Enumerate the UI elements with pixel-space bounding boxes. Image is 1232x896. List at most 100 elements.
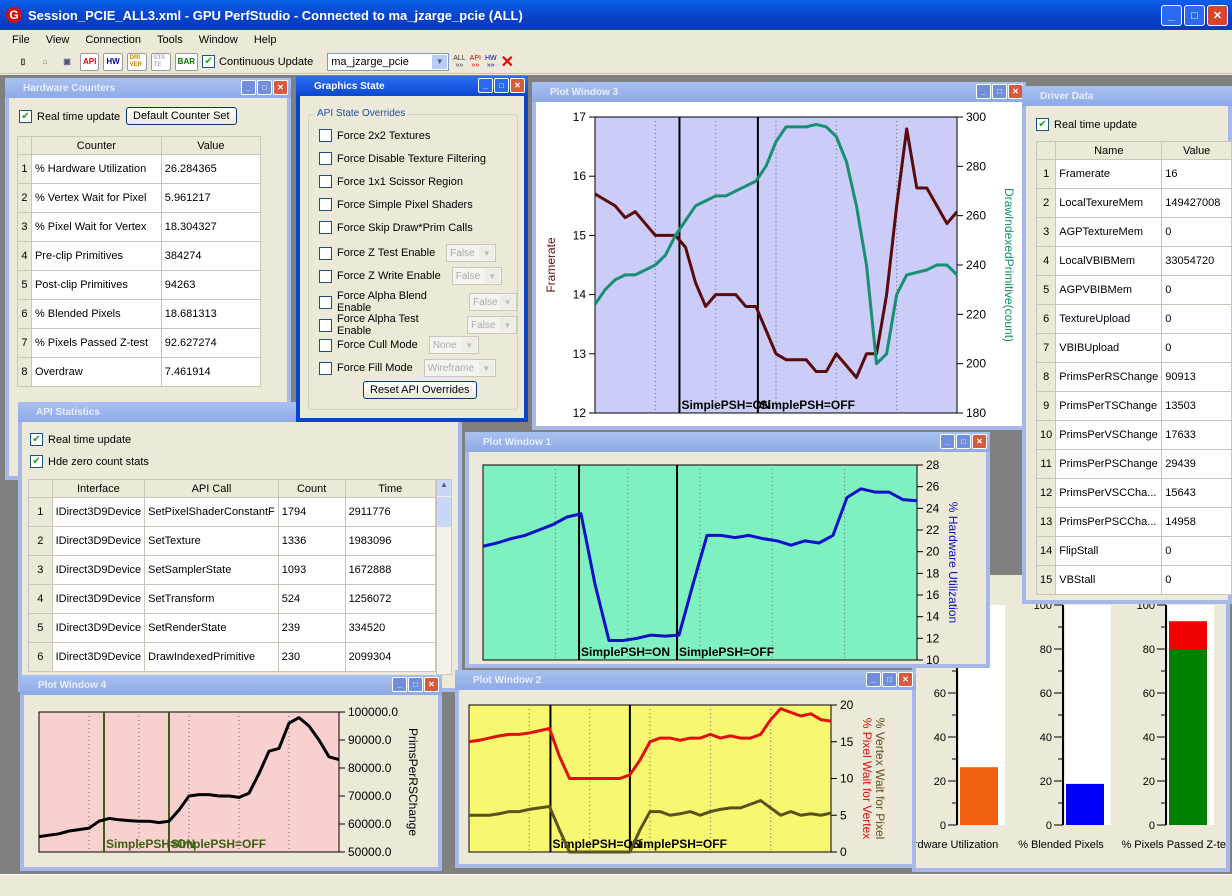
override-checkbox[interactable] [319, 152, 332, 165]
minimize-button[interactable]: _ [940, 434, 955, 449]
close-button[interactable]: ✕ [273, 80, 288, 95]
close-button[interactable]: ✕ [898, 672, 913, 687]
table-row[interactable]: 8 Overdraw 7.461914 [17, 357, 262, 387]
table-row[interactable]: 6 IDirect3D9Device DrawIndexedPrimitive 230… [28, 642, 437, 672]
column-header[interactable]: Value [1161, 141, 1232, 160]
override-select[interactable]: Wireframe ▼ [423, 359, 496, 377]
close-button[interactable]: ✕ [424, 677, 439, 692]
realtime-checkbox[interactable]: ✔ [30, 433, 43, 446]
override-checkbox[interactable] [319, 295, 332, 309]
table-row[interactable]: 15 VBStall 0 [1035, 565, 1232, 595]
run-hw-icon[interactable]: HW»» [485, 55, 497, 69]
default-counter-set-button[interactable]: Default Counter Set [126, 107, 237, 125]
maximize-button[interactable]: □ [956, 434, 971, 449]
table-row[interactable]: 3 AGPTextureMem 0 [1035, 217, 1232, 247]
override-select[interactable]: False ▼ [467, 316, 517, 334]
maximize-button[interactable]: □ [1184, 5, 1205, 26]
minimize-button[interactable]: _ [392, 677, 407, 692]
run-api-icon[interactable]: API»» [470, 55, 481, 69]
minimize-button[interactable]: _ [976, 84, 991, 99]
column-header[interactable]: Interface [51, 479, 146, 498]
column-header[interactable]: Name [1055, 141, 1163, 160]
close-button[interactable]: ✕ [1008, 84, 1023, 99]
maximize-button[interactable]: □ [257, 80, 272, 95]
maximize-button[interactable]: □ [408, 677, 423, 692]
stop-icon[interactable]: ✕ [501, 52, 514, 72]
override-checkbox[interactable] [319, 175, 332, 188]
table-row[interactable]: 1% Hardware Utilization 26.284365 [17, 154, 262, 184]
menu-tools[interactable]: Tools [157, 34, 183, 46]
override-checkbox[interactable] [319, 338, 332, 352]
override-checkbox[interactable] [319, 129, 332, 142]
table-row[interactable]: 3 IDirect3D9Device SetSamplerState 1093 1672… [28, 555, 437, 585]
realtime-checkbox[interactable]: ✔ [19, 110, 32, 123]
api-button[interactable]: API [80, 52, 100, 71]
column-header[interactable]: Count [277, 479, 346, 498]
table-row[interactable]: 14 FlipStall 0 [1035, 536, 1232, 566]
scroll-up-icon[interactable]: ▲ [437, 480, 451, 496]
minimize-button[interactable]: _ [1161, 5, 1182, 26]
override-checkbox[interactable] [319, 361, 332, 375]
window-title-bar[interactable]: Driver Data [1022, 86, 1232, 106]
reset-api-overrides-button[interactable]: Reset API Overrides [363, 381, 477, 399]
table-row[interactable]: 2% Vertex Wait for Pixel 5.961217 [17, 183, 262, 213]
hide-zero-checkbox[interactable]: ✔ [30, 455, 43, 468]
table-row[interactable]: 10 PrimsPerVSChange 17633 [1035, 420, 1232, 450]
driver-button[interactable]: DRI VER [126, 52, 147, 71]
table-row[interactable]: 1 IDirect3D9Device SetPixelShaderConstantF… [28, 497, 437, 527]
scrollbar-thumb[interactable] [437, 497, 451, 527]
menu-window[interactable]: Window [199, 34, 238, 46]
window-title-bar[interactable]: Plot Window 4 _ □ ✕ [20, 675, 442, 695]
hw-button[interactable]: HW [103, 52, 123, 71]
window-title-bar[interactable]: Plot Window 1 _ □ ✕ [465, 432, 990, 452]
table-row[interactable]: 5 AGPVBIBMem 0 [1035, 275, 1232, 305]
table-row[interactable]: 5 Post-clip Primitives 94263 [17, 270, 262, 300]
table-row[interactable]: 4 LocalVBIBMem 33054720 [1035, 246, 1232, 276]
menu-view[interactable]: View [46, 34, 70, 46]
menu-help[interactable]: Help [254, 34, 277, 46]
menu-file[interactable]: File [12, 34, 30, 46]
override-checkbox[interactable] [319, 318, 332, 332]
column-header[interactable]: Value [160, 136, 262, 155]
table-scrollbar[interactable]: ▲ [436, 479, 452, 675]
override-checkbox[interactable] [319, 221, 332, 234]
realtime-checkbox[interactable]: ✔ [1036, 118, 1049, 131]
table-row[interactable]: 11 PrimsPerPSChange 29439 [1035, 449, 1232, 479]
close-button[interactable]: ✕ [1207, 5, 1228, 26]
table-row[interactable]: 4 IDirect3D9Device SetTransform 524 1256072 [28, 584, 437, 614]
table-row[interactable]: 5 IDirect3D9Device SetRenderState 239 334520 [28, 613, 437, 643]
window-title-bar[interactable]: Plot Window 3 _ □ ✕ [532, 82, 1026, 102]
menu-connection[interactable]: Connection [85, 34, 141, 46]
window-title-bar[interactable]: Graphics State _ □ ✕ [296, 76, 528, 96]
minimize-button[interactable]: _ [478, 78, 493, 93]
close-button[interactable]: ✕ [510, 78, 525, 93]
override-checkbox[interactable] [319, 246, 332, 260]
column-header[interactable]: Counter [30, 136, 162, 155]
override-select[interactable]: None ▼ [428, 336, 479, 354]
table-row[interactable]: 3% Pixel Wait for Vertex 18.304327 [17, 212, 262, 242]
column-header[interactable]: Time [344, 479, 437, 498]
new-icon[interactable]: ▯ [14, 53, 32, 71]
window-title-bar[interactable]: Hardware Counters _ □ ✕ [5, 78, 291, 98]
maximize-button[interactable]: □ [494, 78, 509, 93]
run-all-icon[interactable]: ALL»» [453, 55, 465, 69]
table-row[interactable]: 7% Pixels Passed Z-test 92.627274 [17, 328, 262, 358]
override-checkbox[interactable] [319, 269, 332, 283]
override-select[interactable]: False ▼ [469, 293, 517, 311]
column-header[interactable]: API Call [144, 479, 279, 498]
connection-select[interactable]: ma_jzarge_pcie ▼ [327, 52, 450, 71]
continuous-update-checkbox[interactable]: ✔ [202, 55, 216, 68]
window-title-bar[interactable]: Plot Window 2 _ □ ✕ [455, 670, 916, 690]
minimize-button[interactable]: _ [241, 80, 256, 95]
table-row[interactable]: 6% Blended Pixels 18.681313 [17, 299, 262, 329]
override-select[interactable]: False ▼ [446, 244, 497, 262]
open-icon[interactable]: ⌂ [36, 53, 54, 71]
minimize-button[interactable]: _ [866, 672, 881, 687]
bar-button[interactable]: BAR [174, 52, 199, 71]
close-button[interactable]: ✕ [972, 434, 987, 449]
table-row[interactable]: 2 IDirect3D9Device SetTexture 1336 1983096 [28, 526, 437, 556]
maximize-button[interactable]: □ [882, 672, 897, 687]
save-icon[interactable]: ▣ [58, 53, 76, 71]
table-row[interactable]: 12 PrimsPerVSCCha... 15643 [1035, 478, 1232, 508]
table-row[interactable]: 7 VBIBUpload 0 [1035, 333, 1232, 363]
